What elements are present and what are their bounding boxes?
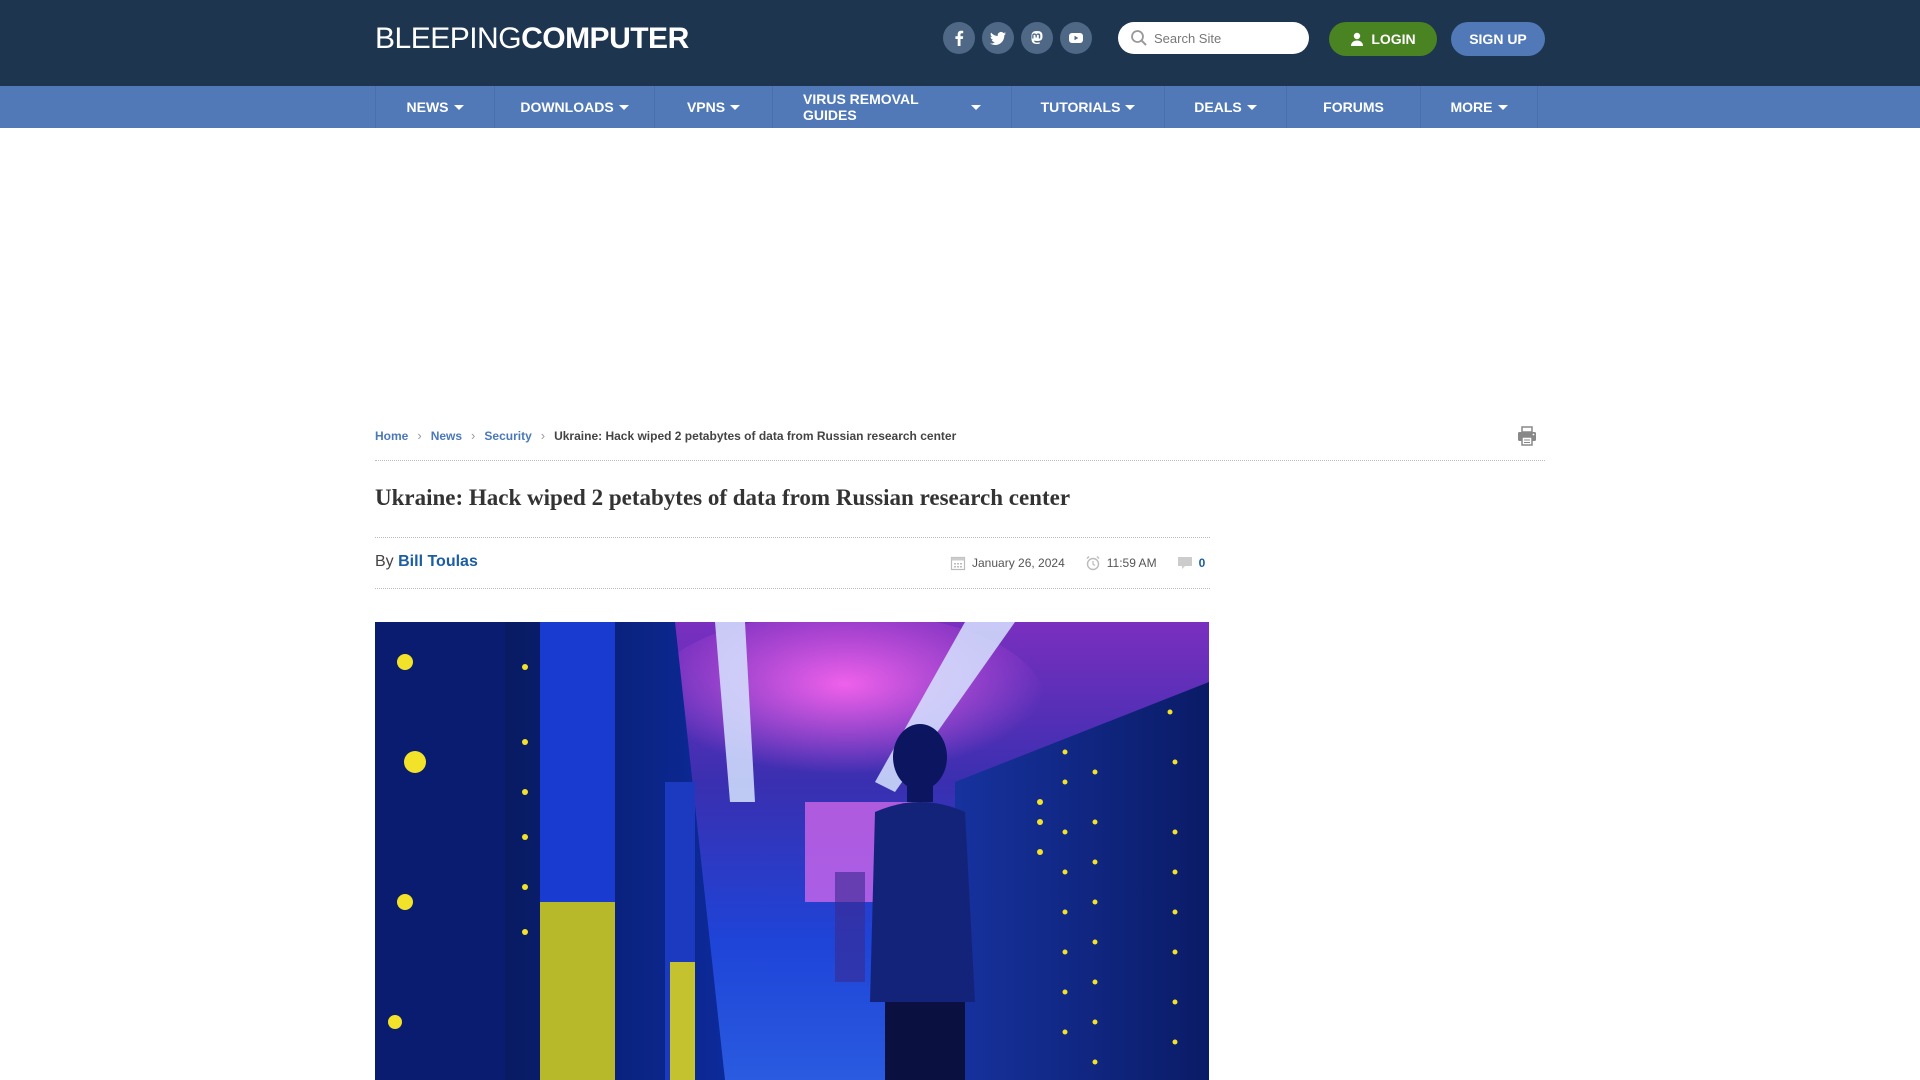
mastodon-icon — [1031, 31, 1043, 44]
search-icon — [1131, 30, 1147, 46]
mastodon-link[interactable] — [1021, 22, 1053, 54]
nav-item-vpns[interactable]: VPNS — [655, 86, 773, 128]
youtube-link[interactable] — [1060, 22, 1092, 54]
logo-bold: COMPUTER — [521, 22, 689, 55]
nav-label: VPNS — [686, 99, 726, 115]
login-label: LOGIN — [1371, 31, 1416, 47]
signup-label: SIGN UP — [1469, 31, 1527, 47]
chevron-down-icon — [1497, 104, 1508, 110]
signup-button[interactable]: SIGN UP — [1451, 22, 1545, 56]
search-input[interactable] — [1154, 30, 1304, 46]
nav-item-deals[interactable]: DEALS — [1165, 86, 1287, 128]
meta-divider-top — [375, 537, 1210, 538]
article-meta: January 26, 2024 11:59 AM 0 — [950, 555, 1205, 571]
server-room-image — [375, 622, 1209, 1080]
logo-light: BLEEPING — [375, 22, 522, 55]
byline: By Bill Toulas — [375, 553, 478, 571]
chevron-right-icon: › — [540, 428, 546, 443]
nav-label: DOWNLOADS — [520, 99, 614, 115]
social-links — [943, 22, 1092, 54]
login-button[interactable]: LOGIN — [1329, 22, 1437, 56]
nav-item-forums[interactable]: FORUMS — [1287, 86, 1421, 128]
main-nav: NEWS DOWNLOADS VPNS VIRUS REMOVAL GUIDES… — [0, 86, 1920, 128]
chevron-down-icon — [971, 104, 981, 110]
chevron-right-icon: › — [471, 428, 476, 443]
nav-item-tutorials[interactable]: TUTORIALS — [1012, 86, 1165, 128]
breadcrumb-security[interactable]: Security — [484, 429, 531, 443]
twitter-icon — [990, 31, 1006, 45]
article-time: 11:59 AM — [1106, 556, 1157, 570]
facebook-icon — [955, 30, 964, 46]
article-title: Ukraine: Hack wiped 2 petabytes of data … — [375, 485, 1071, 510]
hero-image — [375, 622, 1209, 1080]
chevron-down-icon — [453, 104, 464, 110]
by-label: By — [375, 553, 394, 570]
nav-item-virus-removal-guides[interactable]: VIRUS REMOVAL GUIDES — [773, 86, 1012, 128]
chevron-down-icon — [618, 104, 629, 110]
calendar-icon — [950, 556, 966, 571]
youtube-icon — [1069, 33, 1083, 43]
nav-label: FORUMS — [1323, 99, 1384, 115]
breadcrumb-home[interactable]: Home — [375, 429, 408, 443]
nav-item-more[interactable]: MORE — [1421, 86, 1538, 128]
comments-count[interactable]: 0 — [1199, 556, 1206, 570]
breadcrumb-current: Ukraine: Hack wiped 2 petabytes of data … — [554, 428, 957, 443]
chevron-right-icon: › — [417, 428, 422, 443]
nav-label: MORE — [1450, 99, 1493, 115]
site-logo[interactable]: BLEEPINGCOMPUTER — [375, 22, 689, 56]
twitter-link[interactable] — [982, 22, 1014, 54]
comment-icon — [1177, 557, 1192, 569]
article-date: January 26, 2024 — [972, 556, 1065, 570]
nav-label: NEWS — [406, 99, 449, 115]
chevron-down-icon — [730, 104, 741, 110]
nav-label: VIRUS REMOVAL GUIDES — [803, 91, 919, 123]
printer-icon — [1518, 426, 1536, 446]
nav-item-downloads[interactable]: DOWNLOADS — [495, 86, 655, 128]
clock-icon — [1086, 556, 1100, 571]
author-link[interactable]: Bill Toulas — [398, 553, 478, 570]
user-icon — [1351, 32, 1364, 46]
chevron-down-icon — [1125, 104, 1136, 110]
nav-item-news[interactable]: NEWS — [376, 86, 495, 128]
breadcrumb-news[interactable]: News — [431, 429, 462, 443]
facebook-link[interactable] — [943, 22, 975, 54]
nav-label: TUTORIALS — [1040, 99, 1121, 115]
chevron-down-icon — [1246, 104, 1257, 110]
nav-label: DEALS — [1194, 99, 1242, 115]
print-button[interactable] — [1516, 425, 1538, 447]
site-header: BLEEPINGCOMPUTER LOGIN SIGN UP — [0, 0, 1920, 86]
search-box — [1118, 22, 1309, 54]
meta-divider-bottom — [375, 588, 1210, 589]
breadcrumb: Home › News › Security › Ukraine: Hack w… — [375, 428, 956, 443]
breadcrumb-divider — [375, 460, 1545, 461]
